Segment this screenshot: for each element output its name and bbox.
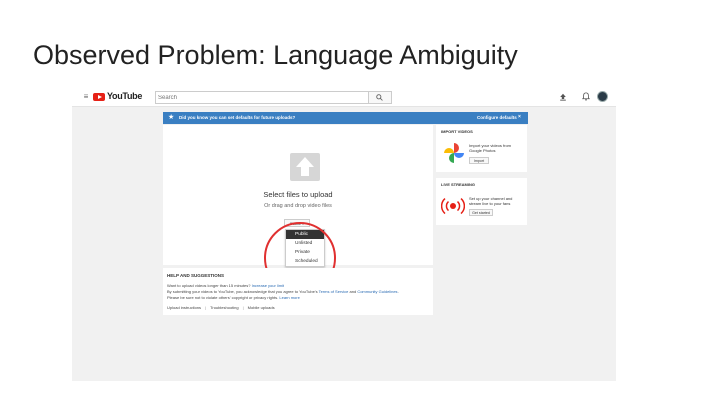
import-title: IMPORT VIDEOS (441, 129, 473, 134)
live-stream-icon (441, 197, 465, 215)
google-photos-icon (444, 143, 464, 163)
help-links: Upload instructions | Troubleshooting | Mobi… (167, 305, 275, 310)
slide-title: Observed Problem: Language Ambiguity (33, 40, 518, 70)
close-icon[interactable]: × (518, 114, 521, 120)
help-limit-text: Want to upload videos longer than 15 min… (167, 283, 252, 288)
help-line-limit: Want to upload videos longer than 15 min… (167, 283, 284, 288)
mobile-uploads-link[interactable]: Mobile uploads (248, 305, 275, 310)
banner-text: Did you know you can set defaults for fu… (179, 114, 296, 120)
select-files-label[interactable]: Select files to upload (163, 190, 433, 199)
upload-arrow-icon[interactable] (290, 153, 320, 181)
defaults-banner: ★ Did you know you can set defaults for … (163, 112, 528, 124)
youtube-upload-screenshot: ≡ YouTube ★ Did you know you can set def… (72, 88, 616, 381)
upload-icon[interactable] (559, 93, 567, 101)
avatar[interactable] (597, 91, 608, 102)
import-description: Import your videos from Google Photos (469, 143, 512, 153)
troubleshooting-link[interactable]: Troubleshooting (210, 305, 239, 310)
help-copyright-text: Please be sure not to violate others' co… (167, 295, 280, 300)
separator: | (242, 305, 244, 310)
separator: | (205, 305, 207, 310)
community-guidelines-link[interactable]: Community Guidelines (357, 289, 397, 294)
help-terms-end: . (397, 289, 399, 294)
upload-instructions-link[interactable]: Upload instructions (167, 305, 201, 310)
search-box (155, 91, 369, 104)
star-icon: ★ (168, 114, 175, 121)
learn-more-link[interactable]: Learn more (279, 295, 299, 300)
search-input[interactable] (158, 92, 363, 103)
help-title: HELP AND SUGGESTIONS (167, 273, 225, 278)
search-button[interactable] (368, 91, 392, 104)
live-title: LIVE STREAMING (441, 182, 476, 187)
import-videos-panel: IMPORT VIDEOS Import your videos from Go… (436, 125, 527, 172)
live-streaming-panel: LIVE STREAMING Set up your channel and s… (436, 178, 527, 225)
help-terms-text: By submitting your videos to YouTube, yo… (167, 289, 319, 294)
search-icon (376, 94, 383, 101)
help-line-copyright: Please be sure not to violate others' co… (167, 295, 300, 300)
get-started-button[interactable]: Get started (469, 209, 493, 216)
drag-drop-hint: Or drag and drop video files (264, 203, 332, 209)
live-description: Set up your channel and stream live to y… (469, 196, 513, 206)
bell-icon[interactable] (582, 92, 590, 101)
configure-defaults-link[interactable]: Configure defaults (477, 115, 517, 120)
help-panel: HELP AND SUGGESTIONS Want to upload vide… (163, 268, 433, 315)
help-terms-and: and (348, 289, 358, 294)
terms-link[interactable]: Terms of Service (319, 289, 349, 294)
youtube-logo-icon[interactable] (93, 93, 105, 101)
menu-icon[interactable]: ≡ (82, 92, 90, 101)
youtube-header: ≡ YouTube (72, 88, 616, 107)
import-button[interactable]: Import (469, 157, 489, 164)
increase-limit-link[interactable]: Increase your limit (252, 283, 284, 288)
youtube-logo-text[interactable]: YouTube (107, 91, 142, 101)
help-line-terms: By submitting your videos to YouTube, yo… (167, 289, 399, 294)
